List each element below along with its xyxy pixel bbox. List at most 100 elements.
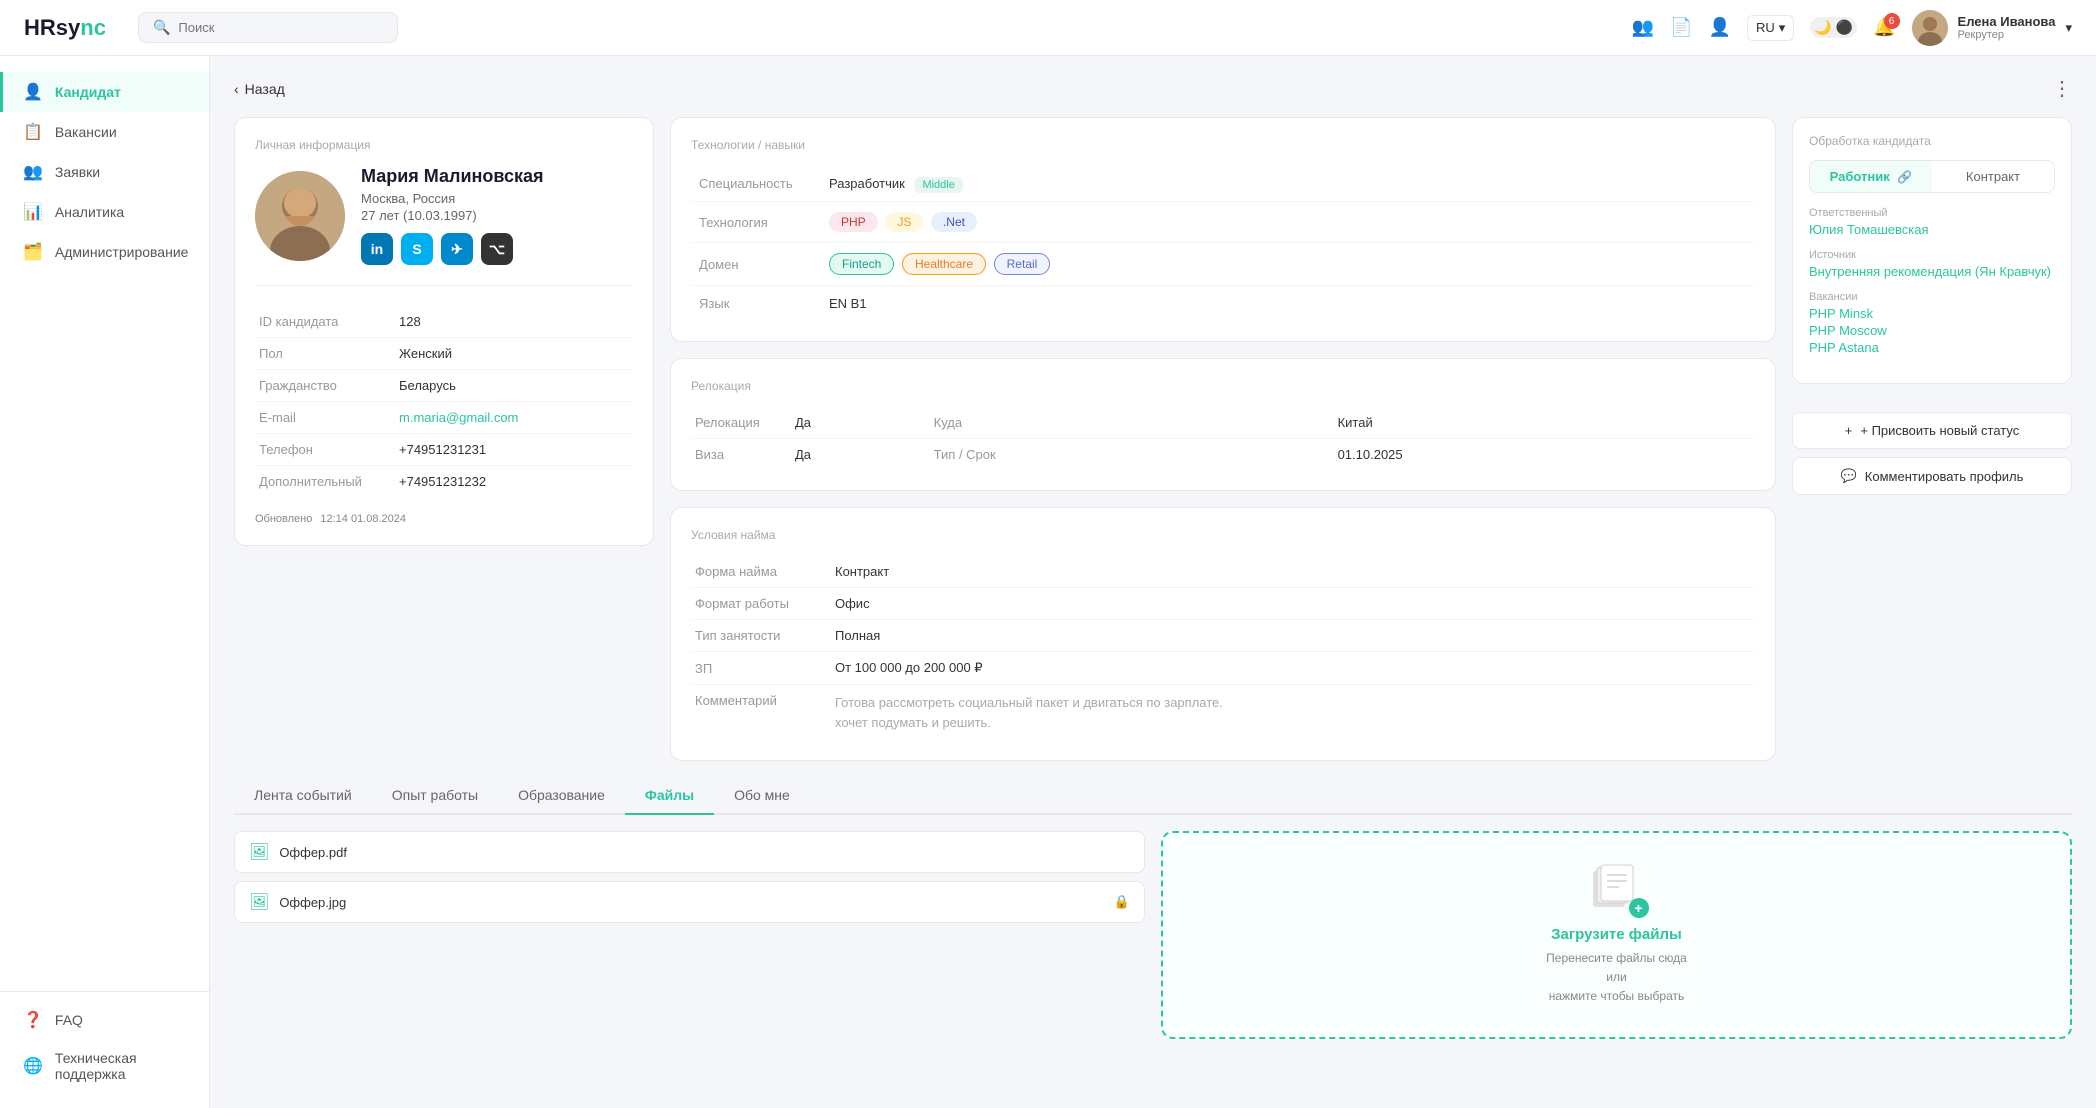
candidate-age: 27 лет (10.03.1997) bbox=[361, 208, 544, 223]
telegram-button[interactable]: ✈ bbox=[441, 233, 473, 265]
source-value[interactable]: Внутренняя рекомендация (Ян Кравчук) bbox=[1809, 264, 2051, 279]
assign-status-button[interactable]: + + Присвоить новый статус bbox=[1792, 412, 2072, 449]
social-links: in S ✈ ⌥ bbox=[361, 233, 544, 265]
nav-right: 👥 📄 👤 RU ▾ 🌙 ⚫ 🔔 6 Елена Иванова bbox=[1632, 10, 2072, 46]
file-list: 🖼 Оффер.pdf 🖼 Оффер.jpg 🔒 bbox=[234, 831, 1145, 1039]
conditions-section-title: Условия найма bbox=[691, 528, 1755, 542]
personal-section-title: Личная информация bbox=[255, 138, 633, 152]
main-content: ‹ Назад ⋮ Личная информация bbox=[210, 56, 2096, 1108]
updated-label: Обновлено bbox=[255, 513, 312, 525]
table-row: Комментарий Готова рассмотреть социальны… bbox=[691, 685, 1755, 741]
sidebar-item-analytics[interactable]: 📊 Аналитика bbox=[0, 192, 209, 232]
sidebar-label-applications: Заявки bbox=[55, 164, 100, 180]
processing-title: Обработка кандидата bbox=[1809, 134, 2055, 148]
file-name-jpg: Оффер.jpg bbox=[279, 895, 346, 910]
sidebar-item-vacancies[interactable]: 📋 Вакансии bbox=[0, 112, 209, 152]
notifications-button[interactable]: 🔔 6 bbox=[1873, 17, 1895, 38]
app-logo: HRsync bbox=[24, 15, 106, 41]
responsible-value[interactable]: Юлия Томашевская bbox=[1809, 222, 1929, 237]
action-buttons: + + Присвоить новый статус 💬 Комментиров… bbox=[1792, 412, 2072, 495]
sidebar-item-support[interactable]: 🌐 Техническая поддержка bbox=[0, 1040, 209, 1092]
support-icon: 🌐 bbox=[23, 1056, 43, 1076]
table-row: Дополнительный +74951231232 bbox=[255, 466, 633, 498]
table-row: ЗП От 100 000 до 200 000 ₽ bbox=[691, 652, 1755, 685]
more-options-button[interactable]: ⋮ bbox=[2052, 76, 2072, 101]
skills-section-title: Технологии / навыки bbox=[691, 138, 1755, 152]
file-item-jpg[interactable]: 🖼 Оффер.jpg 🔒 bbox=[234, 881, 1145, 923]
specialty-value: Разработчик bbox=[829, 176, 905, 191]
sidebar: 👤 Кандидат 📋 Вакансии 👥 Заявки 📊 Аналити… bbox=[0, 56, 210, 1108]
linkedin-button[interactable]: in bbox=[361, 233, 393, 265]
sidebar-label-vacancies: Вакансии bbox=[55, 124, 117, 140]
language-selector[interactable]: RU ▾ bbox=[1747, 15, 1794, 41]
upload-subtitle: Перенесите файлы сюда или нажмите чтобы … bbox=[1546, 949, 1687, 1007]
table-row: Релокация Да Куда Китай bbox=[691, 407, 1755, 439]
upload-zone[interactable]: + Загрузите файлы Перенесите файлы сюда … bbox=[1161, 831, 2072, 1039]
tag-php: PHP bbox=[829, 212, 878, 232]
candidate-location: Москва, Россия bbox=[361, 191, 544, 206]
analytics-icon: 📊 bbox=[23, 202, 43, 222]
responsible-label: Ответственный bbox=[1809, 207, 2055, 219]
vacancy-php-moscow[interactable]: PHP Moscow bbox=[1809, 323, 2055, 338]
theme-toggle[interactable]: 🌙 ⚫ bbox=[1810, 17, 1857, 38]
table-row: Форма найма Контракт bbox=[691, 556, 1755, 588]
sidebar-item-admin[interactable]: 🗂️ Администрирование bbox=[0, 232, 209, 272]
upload-icon-wrap: + bbox=[1589, 863, 1645, 914]
table-row: Телефон +74951231231 bbox=[255, 434, 633, 466]
sidebar-item-applications[interactable]: 👥 Заявки bbox=[0, 152, 209, 192]
right-panel: Обработка кандидата Работник 🔗 Контракт … bbox=[1792, 117, 2072, 495]
top-navigation: HRsync 🔍 👥 📄 👤 RU ▾ 🌙 ⚫ 🔔 6 bbox=[0, 0, 2096, 56]
sidebar-item-faq[interactable]: ❓ FAQ bbox=[0, 1000, 209, 1040]
github-button[interactable]: ⌥ bbox=[481, 233, 513, 265]
candidate-icon: 👤 bbox=[23, 82, 43, 102]
email-link[interactable]: m.maria@gmail.com bbox=[399, 410, 518, 425]
link-icon: 🔗 bbox=[1897, 170, 1912, 184]
middle-column: Технологии / навыки Специальность Разраб… bbox=[670, 117, 1776, 761]
profile-avatar bbox=[255, 171, 345, 261]
tab-events[interactable]: Лента событий bbox=[234, 777, 372, 815]
file-jpg-icon: 🖼 bbox=[249, 892, 269, 912]
tab-about[interactable]: Обо мне bbox=[714, 777, 810, 815]
tab-contract[interactable]: Контракт bbox=[1932, 161, 2054, 192]
sidebar-item-candidates[interactable]: 👤 Кандидат bbox=[0, 72, 209, 112]
user-menu[interactable]: Елена Иванова Рекрутер ▾ bbox=[1912, 10, 2072, 46]
relocation-section-title: Релокация bbox=[691, 379, 1755, 393]
vacancy-php-minsk[interactable]: PHP Minsk bbox=[1809, 306, 2055, 321]
bottom-section: Лента событий Опыт работы Образование Фа… bbox=[234, 777, 2072, 1039]
upload-plus-icon: + bbox=[1629, 898, 1649, 918]
sidebar-label-analytics: Аналитика bbox=[55, 204, 124, 220]
vacancy-php-astana[interactable]: PHP Astana bbox=[1809, 340, 2055, 355]
comment-profile-button[interactable]: 💬 Комментировать профиль bbox=[1792, 457, 2072, 495]
back-button[interactable]: ‹ Назад bbox=[234, 81, 285, 97]
search-bar[interactable]: 🔍 bbox=[138, 12, 398, 43]
file-name-pdf: Оффер.pdf bbox=[279, 845, 347, 860]
updated-info: Обновлено 12:14 01.08.2024 bbox=[255, 513, 633, 525]
table-row: Язык EN B1 bbox=[691, 286, 1755, 322]
avatar bbox=[1912, 10, 1948, 46]
tab-education[interactable]: Образование bbox=[498, 777, 625, 815]
file-item-pdf[interactable]: 🖼 Оффер.pdf bbox=[234, 831, 1145, 873]
add-user-icon[interactable]: 👤 bbox=[1709, 17, 1731, 38]
team-icon[interactable]: 👥 bbox=[1632, 17, 1654, 38]
content-tabs: Лента событий Опыт работы Образование Фа… bbox=[234, 777, 2072, 815]
document-icon[interactable]: 📄 bbox=[1670, 17, 1692, 38]
tab-worker[interactable]: Работник 🔗 bbox=[1810, 161, 1932, 192]
source-label: Источник bbox=[1809, 249, 2055, 261]
search-input[interactable] bbox=[178, 20, 383, 35]
table-row: Домен Fintech Healthcare Retail bbox=[691, 243, 1755, 286]
lock-icon: 🔒 bbox=[1114, 894, 1130, 910]
upload-title: Загрузите файлы bbox=[1551, 926, 1682, 943]
skype-button[interactable]: S bbox=[401, 233, 433, 265]
responsible-group: Ответственный Юлия Томашевская bbox=[1809, 207, 2055, 237]
tab-experience[interactable]: Опыт работы bbox=[372, 777, 498, 815]
processing-tabs: Работник 🔗 Контракт bbox=[1809, 160, 2055, 193]
table-row: ID кандидата 128 bbox=[255, 306, 633, 338]
source-group: Источник Внутренняя рекомендация (Ян Кра… bbox=[1809, 249, 2055, 279]
level-badge: Middle bbox=[914, 177, 962, 193]
sidebar-label-support: Техническая поддержка bbox=[55, 1050, 189, 1082]
tag-healthcare: Healthcare bbox=[902, 253, 986, 275]
vacancies-list: PHP Minsk PHP Moscow PHP Astana bbox=[1809, 306, 2055, 355]
tab-files[interactable]: Файлы bbox=[625, 777, 714, 815]
personal-details-table: ID кандидата 128 Пол Женский Гражданство… bbox=[255, 306, 633, 497]
files-section: 🖼 Оффер.pdf 🖼 Оффер.jpg 🔒 bbox=[234, 831, 2072, 1039]
